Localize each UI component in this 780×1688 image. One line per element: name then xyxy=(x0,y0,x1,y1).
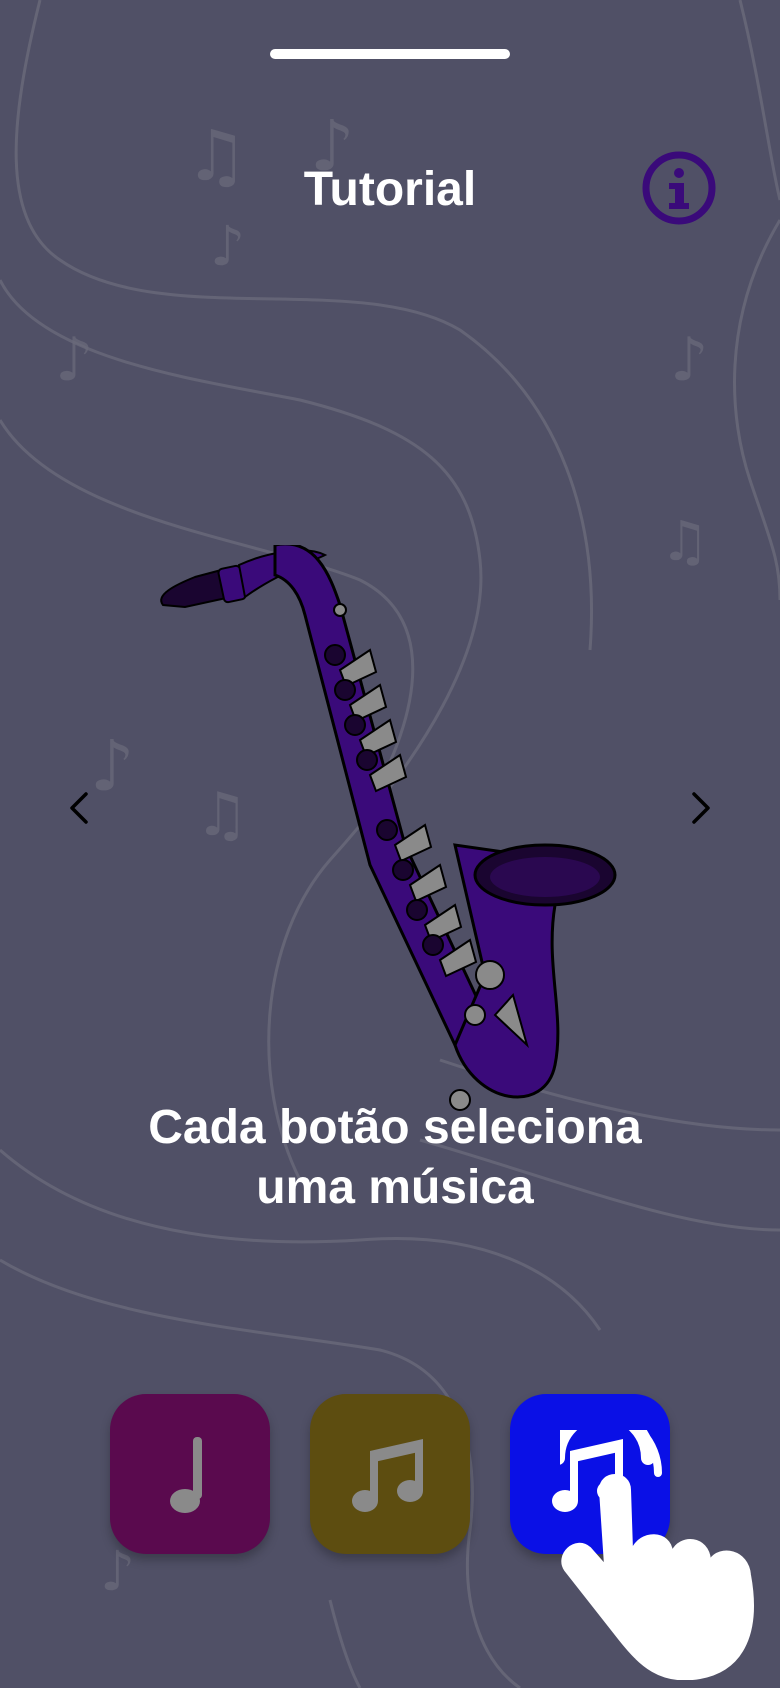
saxophone-icon xyxy=(160,545,617,1111)
info-icon[interactable] xyxy=(642,151,716,225)
svg-text:♪: ♪ xyxy=(210,214,245,278)
home-indicator xyxy=(270,49,510,59)
chevron-right-icon[interactable] xyxy=(680,788,720,828)
svg-text:♪: ♪ xyxy=(670,325,708,395)
song-button-1[interactable] xyxy=(110,1394,270,1554)
song-button-2[interactable] xyxy=(310,1394,470,1554)
chevron-left-icon[interactable] xyxy=(60,788,100,828)
caption-line-1: Cada botão seleciona xyxy=(148,1101,642,1154)
tutorial-caption: Cada botão seleciona uma música xyxy=(0,1098,780,1218)
tap-hand-icon xyxy=(560,1430,754,1680)
caption-line-2: uma música xyxy=(256,1161,534,1214)
svg-text:♫: ♫ xyxy=(660,509,709,573)
quarter-note-icon xyxy=(170,1437,202,1513)
beamed-eighth-notes-icon xyxy=(352,1439,423,1512)
svg-text:♪: ♪ xyxy=(55,325,93,395)
